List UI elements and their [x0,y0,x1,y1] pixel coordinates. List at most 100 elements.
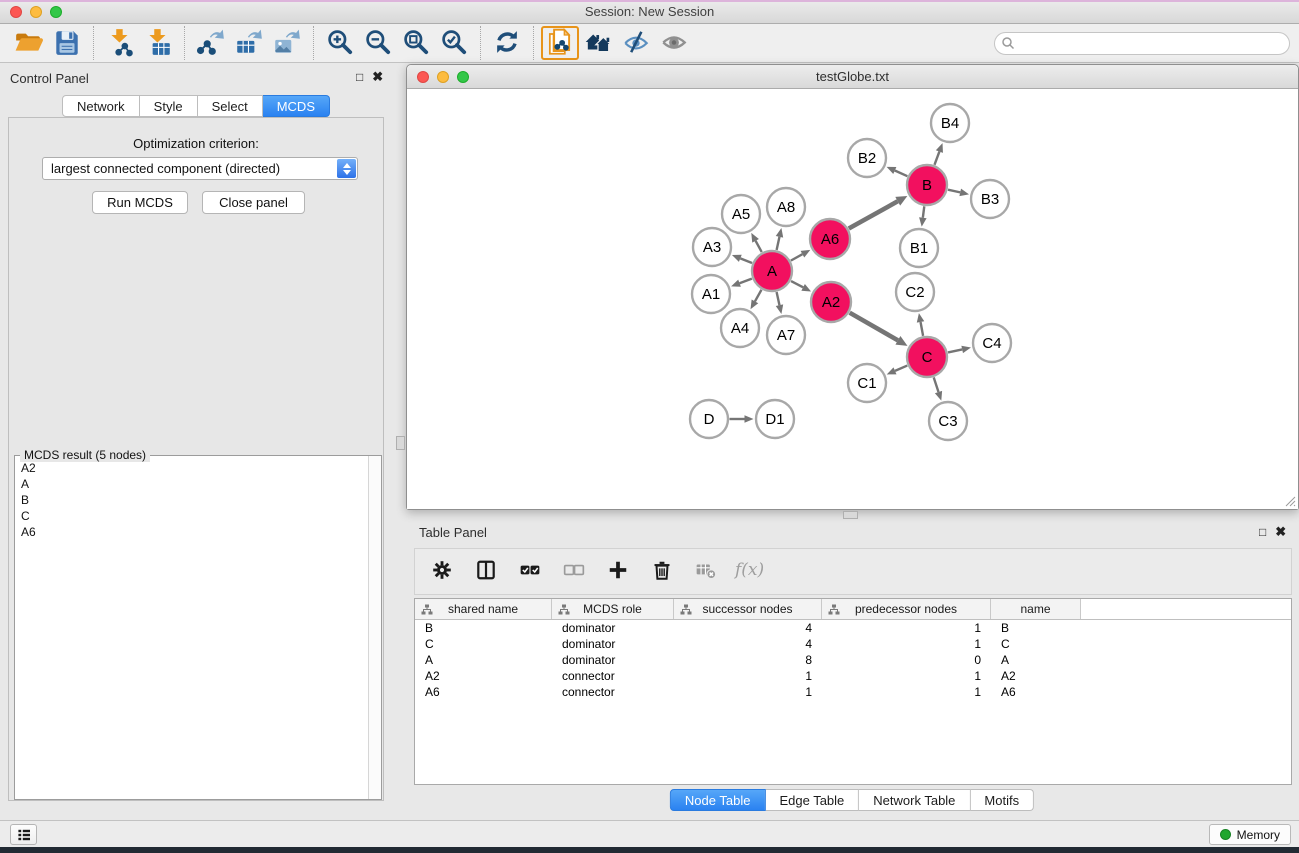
graph-node-A7[interactable]: A7 [767,316,805,354]
optimization-criterion-select[interactable]: largest connected component (directed) [42,157,358,180]
import-table-button[interactable] [139,26,177,60]
cell-successor-nodes[interactable]: 8 [674,652,822,668]
resize-grip-icon[interactable] [1283,494,1296,507]
tab-edge-table[interactable]: Edge Table [765,789,859,811]
graph-node-C3[interactable]: C3 [929,402,967,440]
graph-node-C2[interactable]: C2 [896,273,934,311]
graph-node-A8[interactable]: A8 [767,188,805,226]
table-row[interactable]: A6connector11A6 [415,684,1291,700]
graph-node-B[interactable]: B [907,165,947,205]
show-graphics-details-button[interactable] [655,26,693,60]
graph-node-C4[interactable]: C4 [973,324,1011,362]
graph-node-A4[interactable]: A4 [721,309,759,347]
graph-node-B3[interactable]: B3 [971,180,1009,218]
split-panel-button[interactable] [471,557,501,587]
cell-MCDS-role[interactable]: connector [552,684,674,700]
cell-successor-nodes[interactable]: 1 [674,668,822,684]
cell-name[interactable]: A6 [991,684,1081,700]
graph-node-A2[interactable]: A2 [811,282,851,322]
graph-node-B2[interactable]: B2 [848,139,886,177]
home-button[interactable] [579,26,617,60]
cell-name[interactable]: C [991,636,1081,652]
memory-button[interactable]: Memory [1209,824,1291,845]
tab-network[interactable]: Network [62,95,140,117]
export-table-button[interactable] [230,26,268,60]
table-row[interactable]: Bdominator41B [415,620,1291,636]
delete-column-button[interactable] [647,557,677,587]
result-item[interactable]: A [16,476,367,492]
column-header-name[interactable]: name [991,599,1081,619]
task-history-button[interactable] [10,824,37,845]
result-item[interactable]: A2 [16,460,367,476]
cell-name[interactable]: A [991,652,1081,668]
cell-predecessor-nodes[interactable]: 1 [822,684,991,700]
network-file-button[interactable] [541,26,579,60]
open-session-button[interactable] [10,26,48,60]
graph-node-D[interactable]: D [690,400,728,438]
hide-graphics-details-button[interactable] [617,26,655,60]
cell-predecessor-nodes[interactable]: 1 [822,668,991,684]
save-session-button[interactable] [48,26,86,60]
float-table-panel-icon[interactable]: □ [1259,525,1266,539]
tab-node-table[interactable]: Node Table [670,789,766,811]
add-column-button[interactable] [603,557,633,587]
cell-name[interactable]: B [991,620,1081,636]
cell-MCDS-role[interactable]: dominator [552,636,674,652]
close-table-panel-icon[interactable]: ✖ [1275,525,1286,539]
result-scrollbar[interactable] [368,456,381,799]
mcds-result-list[interactable]: A2ABCA6 [16,460,367,798]
cell-predecessor-nodes[interactable]: 0 [822,652,991,668]
close-panel-icon[interactable]: ✖ [372,70,383,84]
column-header-predecessor-nodes[interactable]: predecessor nodes [822,599,991,619]
cell-MCDS-role[interactable]: dominator [552,652,674,668]
search-input[interactable] [994,32,1290,55]
cell-shared-name[interactable]: A6 [415,684,552,700]
export-image-button[interactable] [268,26,306,60]
cell-predecessor-nodes[interactable]: 1 [822,620,991,636]
result-item[interactable]: B [16,492,367,508]
tab-style[interactable]: Style [140,95,198,117]
cell-MCDS-role[interactable]: dominator [552,620,674,636]
graph-node-A[interactable]: A [752,251,792,291]
result-item[interactable]: A6 [16,524,367,540]
network-canvas[interactable]: B4 B2 B B3 A8 A5 A6 A3 B1 A C2 A1 A2 A4 … [407,89,1298,509]
graph-node-B4[interactable]: B4 [931,104,969,142]
cell-MCDS-role[interactable]: connector [552,668,674,684]
float-panel-icon[interactable]: □ [356,70,363,84]
column-header-MCDS-role[interactable]: MCDS role [552,599,674,619]
run-mcds-button[interactable]: Run MCDS [92,191,188,214]
cell-name[interactable]: A2 [991,668,1081,684]
horizontal-splitter-grip[interactable] [843,511,858,519]
tab-motifs[interactable]: Motifs [970,789,1034,811]
import-network-button[interactable] [101,26,139,60]
tab-mcds[interactable]: MCDS [263,95,330,117]
cell-shared-name[interactable]: B [415,620,552,636]
select-all-button[interactable] [515,557,545,587]
settings-button[interactable] [427,557,457,587]
deselect-all-button[interactable] [559,557,589,587]
tab-network-table[interactable]: Network Table [859,789,970,811]
graph-node-C[interactable]: C [907,337,947,377]
zoom-in-button[interactable] [321,26,359,60]
cell-shared-name[interactable]: A2 [415,668,552,684]
graph-node-C1[interactable]: C1 [848,364,886,402]
table-row[interactable]: Cdominator41C [415,636,1291,652]
cell-successor-nodes[interactable]: 4 [674,636,822,652]
result-item[interactable]: C [16,508,367,524]
column-header-successor-nodes[interactable]: successor nodes [674,599,822,619]
network-graph[interactable]: B4 B2 B B3 A8 A5 A6 A3 B1 A C2 A1 A2 A4 … [407,89,1298,509]
cell-predecessor-nodes[interactable]: 1 [822,636,991,652]
graph-node-A6[interactable]: A6 [810,219,850,259]
vertical-splitter-grip[interactable] [396,436,405,450]
zoom-fit-button[interactable] [397,26,435,60]
table-row[interactable]: A2connector11A2 [415,668,1291,684]
graph-node-D1[interactable]: D1 [756,400,794,438]
apply-layout-button[interactable] [488,26,526,60]
graph-node-A3[interactable]: A3 [693,228,731,266]
zoom-out-button[interactable] [359,26,397,60]
cell-shared-name[interactable]: A [415,652,552,668]
cell-successor-nodes[interactable]: 1 [674,684,822,700]
cell-shared-name[interactable]: C [415,636,552,652]
graph-node-A5[interactable]: A5 [722,195,760,233]
graph-node-A1[interactable]: A1 [692,275,730,313]
